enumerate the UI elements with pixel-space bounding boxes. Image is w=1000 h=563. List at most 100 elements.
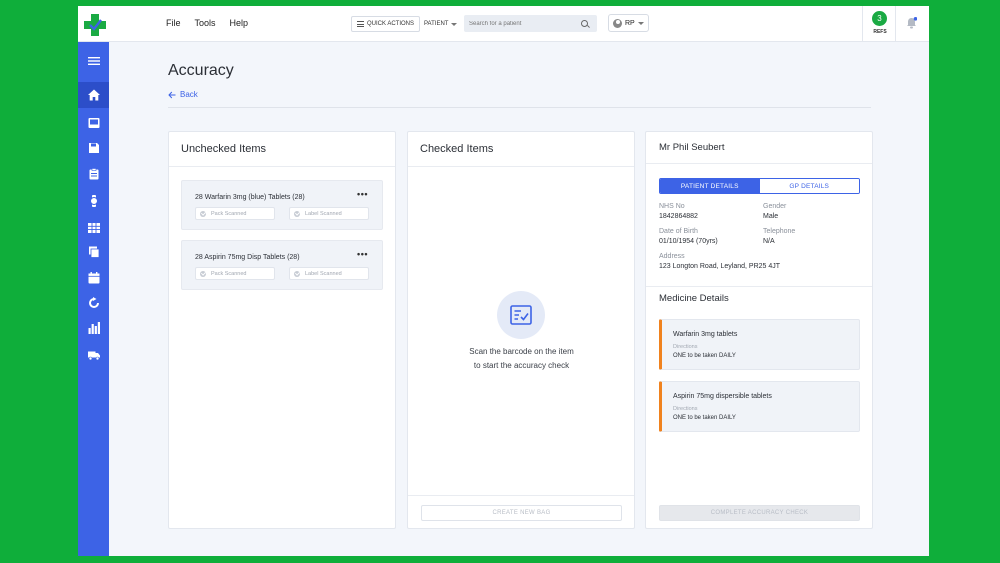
pack-scanned-label: Pack Scanned: [211, 270, 247, 277]
page-title: Accuracy: [168, 62, 234, 79]
menu-bar: File Tools Help: [166, 18, 248, 28]
empty-line-1: Scan the barcode on the item: [469, 347, 574, 356]
sidebar-item-reports[interactable]: [78, 315, 109, 341]
label-scanned-status: Label Scanned: [289, 207, 369, 220]
patient-type-select[interactable]: PATIENT: [424, 16, 464, 32]
patient-name: Mr Phil Seubert: [659, 142, 725, 153]
directions-value: ONE to be taken DAILY: [673, 415, 736, 421]
sidebar-menu-toggle[interactable]: [78, 48, 109, 74]
pack-scanned-label: Pack Scanned: [211, 210, 247, 217]
telephone-field: Telephone N/A: [763, 228, 795, 245]
check-circle-icon: [294, 270, 300, 277]
nhs-field: NHS No 1842864882: [659, 203, 698, 220]
list-icon: [357, 21, 364, 27]
gender-label: Gender: [763, 203, 787, 210]
refs-label: REFS: [873, 29, 887, 35]
dob-value: 01/10/1954 (70yrs): [659, 238, 718, 245]
quick-actions-button[interactable]: QUICK ACTIONS: [351, 16, 421, 32]
check-circle-icon: [200, 210, 206, 217]
gender-value: Male: [763, 213, 779, 220]
sidebar-item-documents[interactable]: [78, 239, 109, 265]
sidebar-item-grid[interactable]: [78, 215, 109, 241]
top-bar: File Tools Help QUICK ACTIONS PATIENT RP…: [78, 6, 929, 42]
back-link[interactable]: Back: [168, 90, 198, 99]
create-new-bag-button[interactable]: CREATE NEW BAG: [421, 505, 622, 521]
medicine-item: Aspirin 75mg dispersible tablets Directi…: [659, 381, 860, 432]
telephone-value: N/A: [763, 238, 775, 245]
nhs-value: 1842864882: [659, 213, 698, 220]
sidebar-item-delivery[interactable]: [78, 342, 109, 368]
sidebar-item-refresh[interactable]: [78, 290, 109, 316]
empty-state-icon-wrap: [497, 291, 545, 339]
home-icon: [87, 89, 100, 101]
empty-state-text: Scan the barcode on the item to start th…: [408, 345, 635, 373]
address-field: Address 123 Longton Road, Leyland, PR25 …: [659, 253, 780, 270]
telephone-label: Telephone: [763, 228, 796, 235]
label-scanned-label: Label Scanned: [305, 210, 342, 217]
checklist-icon: [510, 305, 532, 325]
sidebar: [78, 42, 109, 556]
sidebar-item-calendar[interactable]: [78, 265, 109, 291]
bar-chart-icon: [88, 322, 100, 334]
bell-icon[interactable]: [906, 17, 917, 29]
user-menu[interactable]: RP: [608, 14, 649, 32]
refresh-icon: [88, 297, 99, 308]
user-initials: RP: [625, 19, 635, 27]
arrow-left-icon: [168, 91, 176, 98]
caret-down-icon: [637, 21, 644, 25]
directions-value: ONE to be taken DAILY: [673, 353, 736, 359]
quick-actions-label: QUICK ACTIONS: [367, 21, 415, 27]
list-item[interactable]: 28 Warfarin 3mg (blue) Tablets (28) ••• …: [181, 180, 383, 230]
medicine-name: Warfarin 3mg tablets: [673, 331, 738, 338]
document-stack-icon: [88, 246, 99, 258]
pack-scanned-status: Pack Scanned: [195, 267, 275, 280]
gender-field: Gender Male: [763, 203, 786, 220]
nhs-label: NHS No: [659, 203, 685, 210]
medicine-details-title: Medicine Details: [659, 293, 729, 304]
unchecked-items-card: Unchecked Items 28 Warfarin 3mg (blue) T…: [168, 131, 396, 529]
address-value: 123 Longton Road, Leyland, PR25 4JT: [659, 263, 781, 270]
sidebar-item-save[interactable]: [78, 135, 109, 161]
checked-header: Checked Items: [408, 132, 634, 167]
item-name: 28 Aspirin 75mg Disp Tablets (28): [195, 254, 300, 261]
menu-file[interactable]: File: [166, 18, 181, 28]
logo-icon: [84, 14, 106, 36]
clipboard-icon: [89, 168, 98, 180]
checked-items-card: Checked Items Scan the barcode on the it…: [407, 131, 635, 529]
check-circle-icon: [200, 270, 206, 277]
sidebar-item-watch[interactable]: [78, 188, 109, 214]
label-scanned-status: Label Scanned: [289, 267, 369, 280]
search-icon[interactable]: [581, 20, 588, 27]
patient-card: Mr Phil Seubert PATIENT DETAILS GP DETAI…: [645, 131, 873, 529]
patient-header-divider: [646, 163, 872, 164]
dob-label: Date of Birth: [659, 228, 698, 235]
checked-title: Checked Items: [420, 143, 494, 155]
dob-field: Date of Birth 01/10/1954 (70yrs): [659, 228, 718, 245]
tab-gp-details[interactable]: GP DETAILS: [759, 179, 859, 193]
more-options-icon[interactable]: •••: [357, 189, 368, 199]
menu-icon: [87, 57, 100, 65]
sidebar-item-clipboard[interactable]: [78, 161, 109, 187]
directions-label: Directions: [673, 344, 698, 350]
footer-divider: [408, 495, 634, 496]
sidebar-item-home[interactable]: [78, 82, 109, 108]
unchecked-header: Unchecked Items: [169, 132, 395, 167]
sidebar-item-inbox[interactable]: [78, 110, 109, 136]
truck-icon: [87, 351, 100, 361]
grid-icon: [87, 223, 100, 233]
menu-help[interactable]: Help: [230, 18, 249, 28]
refs-button[interactable]: 3 REFS: [862, 6, 896, 42]
list-item[interactable]: 28 Aspirin 75mg Disp Tablets (28) ••• Pa…: [181, 240, 383, 290]
search-input[interactable]: [464, 20, 579, 27]
label-scanned-label: Label Scanned: [305, 270, 342, 277]
patient-tabs: PATIENT DETAILS GP DETAILS: [659, 178, 860, 194]
tab-patient-details[interactable]: PATIENT DETAILS: [660, 179, 760, 193]
header-divider: [168, 107, 871, 108]
app-window: File Tools Help QUICK ACTIONS PATIENT RP…: [78, 6, 929, 556]
complete-accuracy-check-button[interactable]: COMPLETE ACCURACY CHECK: [659, 505, 860, 521]
patient-type-label: PATIENT: [424, 21, 449, 27]
pack-scanned-status: Pack Scanned: [195, 207, 275, 220]
more-options-icon[interactable]: •••: [357, 249, 368, 259]
inbox-icon: [88, 118, 99, 128]
menu-tools[interactable]: Tools: [195, 18, 216, 28]
